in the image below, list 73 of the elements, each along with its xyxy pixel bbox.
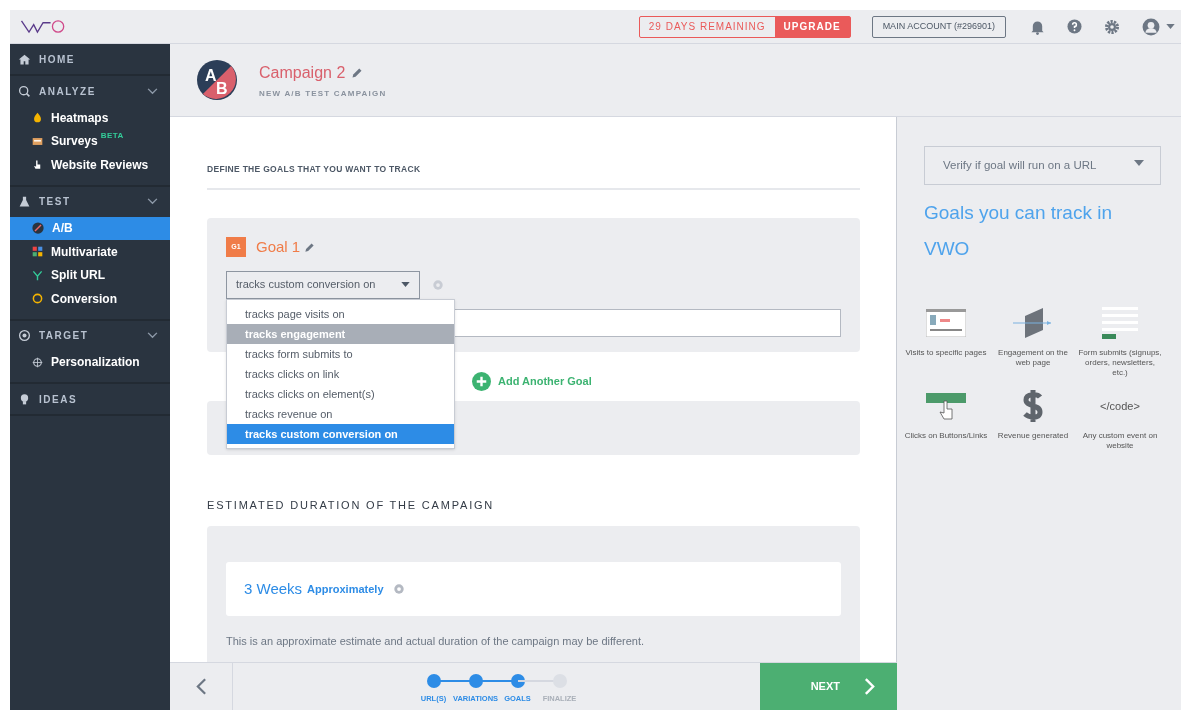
chevron-icon[interactable]: [147, 87, 158, 95]
bulb-icon: [18, 392, 31, 406]
pencil-icon[interactable]: [304, 241, 316, 253]
chevron-icon[interactable]: [147, 198, 158, 205]
ab-icon: [32, 222, 44, 235]
screen-icon: [32, 135, 43, 147]
add-icon[interactable]: [472, 372, 491, 391]
account-button[interactable]: MAIN ACCOUNT (#296901): [871, 15, 1006, 38]
duration-value: 3 Weeks: [244, 578, 303, 599]
button-click-icon: [924, 391, 968, 421]
goal-type-caption: Clicks on Buttons/Links: [904, 431, 988, 441]
menu-option[interactable]: tracks revenue on: [227, 404, 454, 424]
nav-section-label[interactable]: TEST: [39, 194, 71, 209]
form-icon: [1102, 307, 1138, 339]
nav-item[interactable]: Personalization: [10, 350, 170, 374]
goal-type-caption: Revenue generated: [997, 431, 1069, 441]
ab-avatar-icon: [197, 60, 237, 100]
crosshair-icon: [32, 356, 43, 368]
grid-icon: [32, 246, 43, 258]
avatar-letter: B: [216, 79, 228, 99]
menu-option[interactable]: tracks form submits to: [227, 344, 454, 364]
beta-label: BETA: [100, 130, 124, 140]
verify-url-dropdown[interactable]: Verify if goal will run on a URL: [924, 146, 1161, 185]
code-text: </code>: [1100, 398, 1140, 414]
caret-icon[interactable]: [1166, 24, 1175, 29]
nav-item[interactable]: Heatmaps: [10, 106, 170, 130]
menu-option[interactable]: tracks page visits on: [227, 304, 454, 324]
settings-icon[interactable]: [1104, 18, 1120, 35]
bell-icon[interactable]: [1030, 18, 1045, 35]
trial-days-label: 29 DAYS REMAINING: [647, 20, 767, 34]
goal-type-caption: Any custom event on website: [1081, 431, 1159, 451]
nav-item[interactable]: Split URL: [10, 263, 170, 287]
fork-icon: [32, 269, 43, 281]
goal-type-dropdown[interactable]: tracks custom conversion on: [226, 270, 420, 299]
section-title: DEFINE THE GOALS THAT YOU WANT TO TRACK: [207, 164, 421, 174]
menu-option[interactable]: tracks clicks on link: [227, 364, 454, 384]
goals-heading: Goals you can track in VWO: [924, 201, 1113, 261]
goal-type-caption: Visits to specific pages: [905, 348, 987, 358]
nav-section-label[interactable]: TARGET: [39, 328, 89, 343]
user-avatar-icon[interactable]: [1142, 17, 1160, 36]
section-title: ESTIMATED DURATION OF THE CAMPAIGN: [207, 499, 495, 511]
nav-item[interactable]: Conversion: [10, 287, 170, 311]
nav-item[interactable]: Multivariate: [10, 240, 170, 264]
cycle-icon: [32, 293, 43, 305]
goal-title: Goal 1: [256, 237, 301, 257]
duration-qualifier: Approximately: [307, 581, 384, 597]
chevron-left-icon: [195, 677, 207, 696]
nav-section-label[interactable]: ANALYZE: [39, 83, 96, 99]
menu-option[interactable]: tracks custom conversion on: [227, 424, 454, 444]
nav-section-label[interactable]: IDEAS: [39, 391, 78, 407]
chevron-right-icon: [864, 677, 875, 696]
pointer-icon: [32, 159, 43, 171]
caret-icon: [401, 282, 410, 287]
flask-icon: [18, 195, 31, 208]
menu-option[interactable]: tracks clicks on element(s): [227, 384, 454, 404]
nav-item[interactable]: Surveys BETA: [10, 129, 170, 153]
nav-item[interactable]: Website Reviews: [10, 153, 170, 177]
home-icon: [18, 52, 31, 66]
chevron-icon[interactable]: [147, 332, 158, 339]
campaign-subtitle: NEW A/B TEST CAMPAIGN: [259, 87, 387, 100]
nav-item[interactable]: A/B: [10, 216, 170, 240]
pencil-icon[interactable]: [351, 66, 364, 79]
dollar-icon: [1021, 388, 1045, 424]
target-icon: [18, 329, 31, 342]
avatar-letter: A: [205, 66, 217, 86]
caret-icon: [1134, 159, 1144, 166]
nav-section-label[interactable]: HOME: [39, 51, 75, 67]
magnifier-icon: [18, 84, 31, 98]
webpage-icon: [926, 309, 966, 337]
campaign-title: Campaign 2: [259, 62, 346, 83]
goal-type-caption: Form submits (signups, orders, newsletters, etc.): [1078, 348, 1162, 378]
goal-type-caption: Engagement on the web page: [997, 348, 1069, 368]
duration-note: This is an approximate estimate and actual duration of the campaign may be different.: [226, 635, 645, 647]
